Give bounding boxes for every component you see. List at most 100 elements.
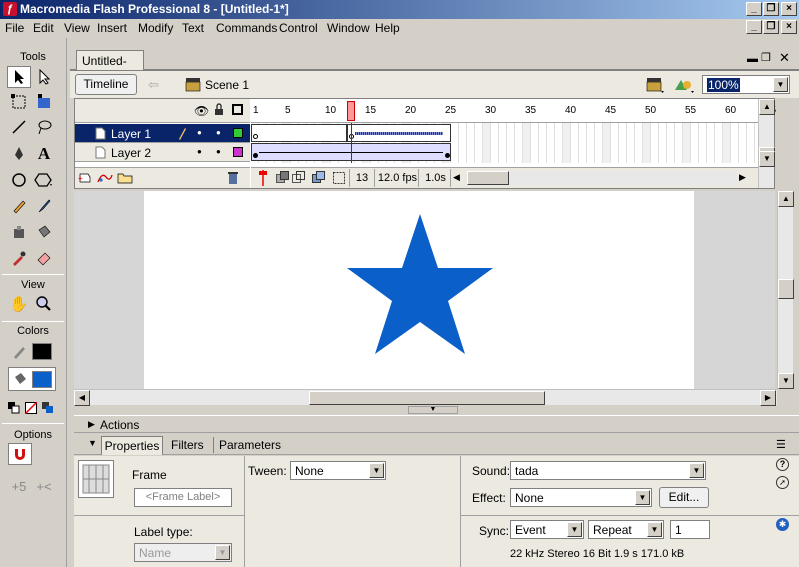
add-motion-guide-icon[interactable] xyxy=(97,171,113,187)
menu-commands[interactable]: Commands xyxy=(216,21,277,35)
frame-cell[interactable] xyxy=(619,123,627,163)
doc-panel-close-icon[interactable]: ✕ xyxy=(779,50,790,66)
back-arrow-icon[interactable]: ⇦ xyxy=(148,77,159,93)
frame-cell[interactable] xyxy=(707,123,715,163)
frame-cell[interactable] xyxy=(699,123,707,163)
lasso-tool-icon[interactable] xyxy=(32,116,56,138)
modify-onion-markers-icon[interactable] xyxy=(332,171,346,188)
keyframe-filled[interactable] xyxy=(253,153,258,158)
timeline-scroll-left-icon[interactable]: ◀ xyxy=(453,170,467,185)
doc-close-button[interactable]: × xyxy=(781,20,797,34)
menu-help[interactable]: Help xyxy=(375,21,400,35)
frame-cell[interactable] xyxy=(579,123,587,163)
stage[interactable] xyxy=(144,191,694,389)
menu-edit[interactable]: Edit xyxy=(33,21,54,35)
menu-modify[interactable]: Modify xyxy=(138,21,173,35)
actions-expand-icon[interactable]: ▶ xyxy=(88,419,95,430)
layer-outline-color[interactable] xyxy=(233,147,243,157)
doc-restore-button[interactable]: ❐ xyxy=(763,20,779,34)
timeline-v-scrollbar[interactable]: ▲ ▼ xyxy=(758,99,775,188)
layer-row[interactable]: Layer 2 ● ● xyxy=(75,143,250,162)
frame-cell[interactable] xyxy=(683,123,691,163)
frame-cell[interactable] xyxy=(563,123,571,163)
doc-minimize-button[interactable]: _ xyxy=(746,20,762,34)
stage-v-scrollbar[interactable]: ▲ ▼ xyxy=(777,191,794,389)
edit-multiple-frames-icon[interactable] xyxy=(312,171,326,188)
no-color-icon[interactable] xyxy=(22,397,40,419)
frame-label-input[interactable]: <Frame Label> xyxy=(134,488,232,507)
fill-color-swatch[interactable] xyxy=(32,371,52,388)
text-tool-icon[interactable]: A xyxy=(32,143,56,165)
layer-row[interactable]: Layer 1 ● ● xyxy=(75,124,250,143)
playhead[interactable] xyxy=(347,101,355,121)
eraser-tool-icon[interactable] xyxy=(32,247,56,269)
frame-cell[interactable] xyxy=(595,123,603,163)
black-white-icon[interactable] xyxy=(5,397,23,419)
layer-lock-dot[interactable]: ● xyxy=(216,147,221,156)
layer-visibility-dot[interactable]: ● xyxy=(197,128,202,137)
frame-cell[interactable] xyxy=(515,123,523,163)
frame-cell[interactable] xyxy=(667,123,675,163)
menu-text[interactable]: Text xyxy=(182,21,204,35)
repeat-select[interactable]: Repeat ▼ xyxy=(588,520,664,539)
free-transform-tool-icon[interactable] xyxy=(7,91,31,113)
panel-options-menu-icon[interactable]: ☰ xyxy=(776,438,786,451)
layer-visibility-dot[interactable]: ● xyxy=(197,147,202,156)
frame-cell[interactable] xyxy=(715,123,723,163)
frame-cell[interactable] xyxy=(659,123,667,163)
tab-filters[interactable]: Filters xyxy=(171,438,204,452)
edit-sound-button[interactable]: Edit... xyxy=(659,487,709,508)
pencil-tool-icon[interactable] xyxy=(7,195,31,217)
brush-tool-icon[interactable] xyxy=(32,195,56,217)
star-shape[interactable] xyxy=(347,214,493,354)
frame-ruler[interactable]: 15101520253035404550556065 xyxy=(251,99,776,123)
frame-cell[interactable] xyxy=(507,123,515,163)
frame-cell[interactable] xyxy=(747,123,755,163)
timeline-scroll-up-icon[interactable]: ▲ xyxy=(759,99,775,115)
frame-cell[interactable] xyxy=(571,123,579,163)
close-button[interactable]: × xyxy=(781,2,797,16)
eyedropper-tool-icon[interactable] xyxy=(7,247,31,269)
frame-cell[interactable] xyxy=(723,123,731,163)
properties-collapse-icon[interactable]: ▼ xyxy=(88,438,97,448)
outline-toggle-icon[interactable] xyxy=(232,104,243,115)
frame-cell[interactable] xyxy=(675,123,683,163)
timeline-scroll-right-icon[interactable]: ▶ xyxy=(739,170,753,185)
frame-cell[interactable] xyxy=(475,123,483,163)
polystar-tool-icon[interactable] xyxy=(32,169,56,191)
frame-cell[interactable] xyxy=(483,123,491,163)
onion-skin-outlines-icon[interactable] xyxy=(292,171,306,188)
layer-outline-color[interactable] xyxy=(233,128,243,138)
stage-scroll-right-icon[interactable]: ▶ xyxy=(760,390,776,406)
frame-cell[interactable] xyxy=(587,123,595,163)
paint-bucket-tool-icon[interactable] xyxy=(32,221,56,243)
zoom-select[interactable]: 100% ▼ xyxy=(702,75,790,94)
frame-cell[interactable] xyxy=(531,123,539,163)
stage-scroll-left-icon[interactable]: ◀ xyxy=(74,390,90,406)
snap-magnet-icon[interactable] xyxy=(8,443,32,465)
lock-icon[interactable] xyxy=(214,103,224,119)
frame-rate-readout[interactable]: 12.0 fps xyxy=(377,169,419,187)
menu-file[interactable]: File xyxy=(5,21,24,35)
gradient-transform-tool-icon[interactable] xyxy=(32,91,56,113)
oval-tool-icon[interactable] xyxy=(7,169,31,191)
effect-select[interactable]: None ▼ xyxy=(510,488,652,507)
frame-cell[interactable] xyxy=(491,123,499,163)
smooth-icon[interactable]: +5 xyxy=(7,475,31,497)
stage-h-scroll-thumb[interactable] xyxy=(309,391,545,405)
straighten-icon[interactable]: +< xyxy=(32,475,56,497)
frame-cell[interactable] xyxy=(627,123,635,163)
doc-panel-restore-icon[interactable]: ❐ xyxy=(761,51,771,64)
frame-cell[interactable] xyxy=(499,123,507,163)
frame-cell[interactable] xyxy=(643,123,651,163)
frame-cell[interactable] xyxy=(635,123,643,163)
onion-skin-icon[interactable] xyxy=(276,171,290,188)
accessibility-icon[interactable]: ✱ xyxy=(776,518,789,531)
minimize-button[interactable]: _ xyxy=(746,2,762,16)
show-hide-eye-icon[interactable]: 👁 xyxy=(194,104,209,118)
stage-scroll-down-icon[interactable]: ▼ xyxy=(778,373,794,389)
keyframe-empty[interactable] xyxy=(253,134,258,139)
restore-button[interactable]: ❐ xyxy=(763,2,779,16)
frame-cell[interactable] xyxy=(547,123,555,163)
label-type-select[interactable]: Name ▼ xyxy=(134,543,232,562)
